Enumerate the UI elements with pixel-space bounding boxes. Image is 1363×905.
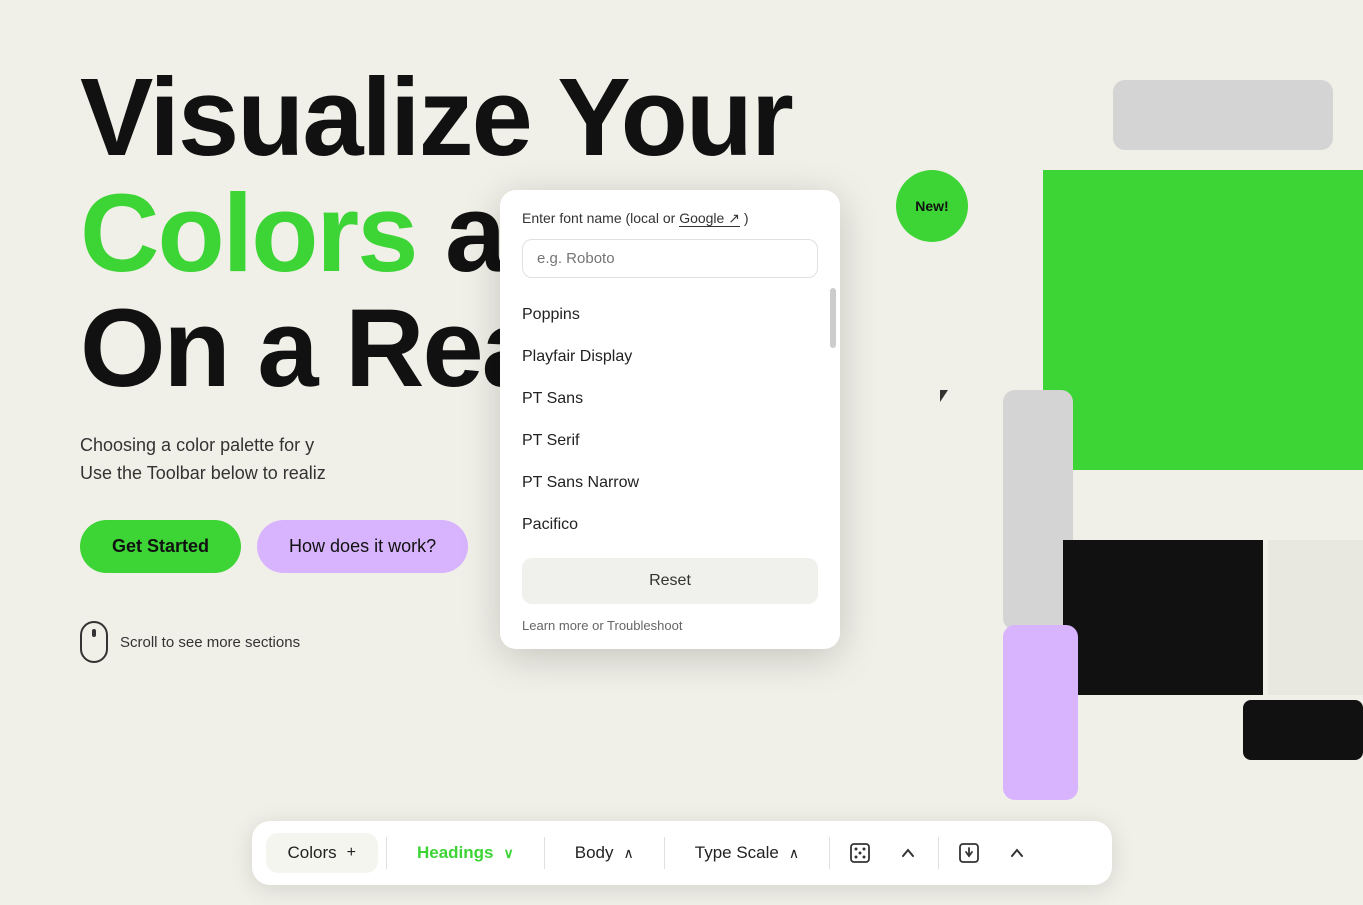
toolbar-body-label: Body [575, 843, 614, 863]
download-icon [957, 841, 981, 865]
mouse-wheel [92, 629, 96, 637]
hero-line1: Visualize Your [80, 60, 930, 176]
chevron-up-button[interactable] [886, 831, 930, 875]
scroll-hint-text: Scroll to see more sections [120, 634, 300, 651]
toolbar-divider-1 [386, 837, 387, 869]
chevron-up-button2[interactable] [995, 831, 1039, 875]
learn-more-link[interactable]: Learn more or Troubleshoot [522, 618, 682, 633]
toolbar: Colors + Headings ∨ Body ∧ Type Scale ∧ [252, 821, 1112, 885]
toolbar-divider-4 [829, 837, 830, 869]
font-reset-button[interactable]: Reset [522, 558, 818, 604]
color-block-gray-small [1268, 540, 1363, 695]
toolbar-headings-button[interactable]: Headings ∨ [395, 833, 536, 873]
get-started-button[interactable]: Get Started [80, 520, 241, 573]
toolbar-divider-3 [664, 837, 665, 869]
mouse-icon [80, 621, 108, 663]
color-block-black-strip [1243, 700, 1363, 760]
new-badge: New! [896, 170, 968, 242]
font-list-item[interactable]: PT Sans [500, 378, 840, 420]
toolbar-body-button[interactable]: Body ∧ [553, 833, 656, 873]
plus-icon: + [347, 844, 356, 862]
font-list-scrollbar [830, 288, 836, 348]
toolbar-colors-button[interactable]: Colors + [266, 833, 378, 873]
toolbar-divider-2 [544, 837, 545, 869]
toolbar-typescale-button[interactable]: Type Scale ∧ [673, 833, 821, 873]
toolbar-headings-label: Headings [417, 843, 494, 863]
font-list-item[interactable]: PT Sans Narrow [500, 462, 840, 504]
hero-subtitle-line2: Use the Toolbar below to realiz [80, 459, 570, 488]
hero-colors-word: Colors [80, 172, 416, 295]
toolbar-divider-5 [938, 837, 939, 869]
toolbar-typescale-label: Type Scale [695, 843, 779, 863]
how-works-button[interactable]: How does it work? [257, 520, 468, 573]
font-dropdown-header-text: Enter font name (local or [522, 210, 679, 226]
font-list-item[interactable]: Pacifico [500, 504, 840, 546]
color-block-black-square [1063, 540, 1263, 695]
new-badge-label: New! [915, 198, 948, 214]
chevron-up-icon: ∧ [624, 845, 634, 862]
google-fonts-link[interactable]: Google ↗ [679, 210, 740, 227]
dice-button[interactable] [838, 831, 882, 875]
color-block-green-large [1043, 170, 1363, 470]
chevron-up-icon-btn [899, 844, 917, 862]
font-search-input[interactable] [522, 239, 818, 278]
toolbar-colors-label: Colors [288, 843, 337, 863]
font-dropdown-header-suffix: ) [744, 210, 749, 226]
chevron-up-icon-btn2 [1008, 844, 1026, 862]
chevron-up-icon-typescale: ∧ [789, 845, 799, 862]
download-button[interactable] [947, 831, 991, 875]
font-list-item[interactable]: Playfair Display [500, 336, 840, 378]
color-block-gray-light [1113, 80, 1333, 150]
dice-icon [848, 841, 872, 865]
font-list-item[interactable]: Poppins [500, 294, 840, 336]
font-list: Poppins Playfair Display PT Sans PT Seri… [500, 288, 840, 548]
hero-subtitle-line1: Choosing a color palette for y [80, 431, 570, 460]
font-dropdown-popup: Enter font name (local or Google ↗ ) Pop… [500, 190, 840, 649]
color-blocks-area [1003, 80, 1363, 780]
chevron-down-icon: ∨ [504, 845, 514, 862]
color-block-purple-tall [1003, 625, 1078, 800]
font-dropdown-footer: Learn more or Troubleshoot [500, 614, 840, 649]
hero-line3-text: On a Real [80, 287, 569, 410]
hero-subtitle: Choosing a color palette for y Use the T… [80, 431, 570, 489]
font-list-item[interactable]: PT Serif [500, 420, 840, 462]
font-dropdown-header: Enter font name (local or Google ↗ ) [500, 190, 840, 239]
